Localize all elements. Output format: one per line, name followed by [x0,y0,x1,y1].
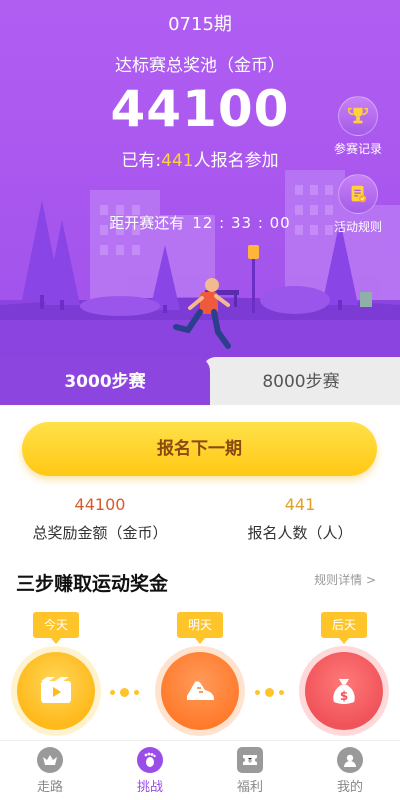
step-connector-2 [255,688,284,697]
svg-text:$: $ [340,689,348,703]
total-reward-amount: 44100 [74,495,126,514]
race-tabs: 8000步赛 3000步赛 [0,357,400,407]
trophy-icon [338,96,378,136]
period-label: 0715期 [168,14,232,35]
steps-section-title: 三步赚取运动奖金 [16,573,169,595]
step-tag-tomorrow: 明天 [177,612,223,644]
money-bag-icon[interactable]: $ [305,652,383,730]
signup-count-number: 441 [284,495,316,514]
step-today: 今天 [16,612,96,730]
nav-walk-label: 走路 [36,780,63,795]
bottom-navigation: 走路 挑战 福利 我的 [0,740,400,800]
signed-count: 441 [161,151,194,171]
tab-3000-steps[interactable]: 3000步赛 [0,357,210,407]
nav-walk[interactable]: 走路 [0,741,100,800]
total-reward-stat: 44100 总奖励金额（金币） [10,495,190,543]
nav-challenge[interactable]: 挑战 [100,741,200,800]
tab-8000-steps[interactable]: 8000步赛 [202,357,400,407]
nav-challenge-label: 挑战 [136,780,163,795]
video-play-icon[interactable] [17,652,95,730]
activity-rules-button[interactable]: 活动规则 [328,174,388,235]
rules-document-icon [338,174,378,214]
race-content: 报名下一期 44100 总奖励金额（金币） 441 报名人数（人） 三步赚取运动… [0,405,400,740]
nav-welfare[interactable]: 福利 [200,741,300,800]
match-records-button[interactable]: 参赛记录 [328,96,388,157]
total-reward-label: 总奖励金额（金币） [32,524,168,542]
hero-banner: 0715期 达标赛总奖池（金币） 44100 已有:441人报名参加 距开赛还有… [0,0,400,400]
crown-icon [37,747,63,773]
step-tag-today: 今天 [33,612,79,644]
match-records-label: 参赛记录 [333,142,382,156]
signup-count-label: 报名人数（人） [247,524,353,542]
countdown-label: 距开赛还有 [109,214,185,232]
footprint-icon [137,747,163,773]
step-day-after: 后天 $ [304,612,384,730]
signup-count-stat: 441 报名人数（人） [210,495,390,543]
step-connector-1 [110,688,139,697]
rules-detail-link[interactable]: 规则详情 > [314,571,376,588]
ticket-icon [237,747,263,773]
nav-welfare-label: 福利 [236,780,263,795]
signed-prefix: 已有: [121,151,162,171]
pool-title: 达标赛总奖池（金币） [115,56,285,76]
signed-suffix: 人报名参加 [193,151,279,171]
activity-rules-label: 活动规则 [333,220,382,234]
step-tag-day-after: 后天 [321,612,367,644]
nav-mine-label: 我的 [336,780,363,795]
step-tomorrow: 明天 [160,612,240,730]
signup-next-period-button[interactable]: 报名下一期 [22,422,377,476]
running-shoe-icon[interactable] [161,652,239,730]
nav-mine[interactable]: 我的 [300,741,400,800]
user-icon [337,747,363,773]
countdown-time: 12 : 33 : 00 [192,214,291,232]
